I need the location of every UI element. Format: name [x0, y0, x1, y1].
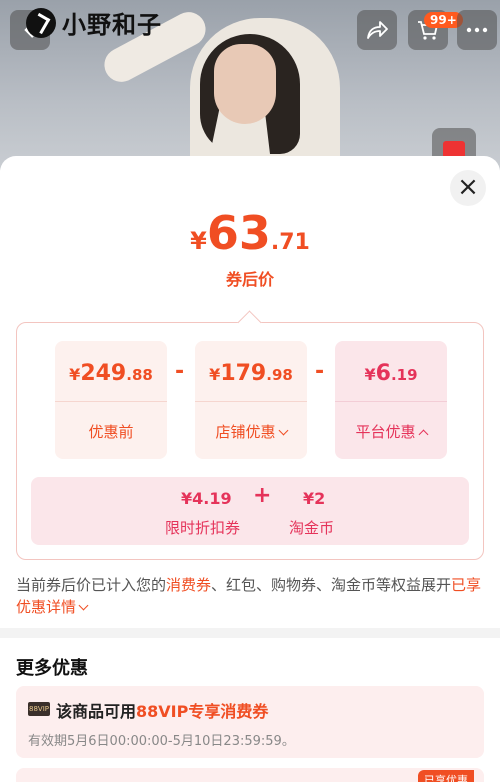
vip-offer-title-highlight: 88VIP专享消费券 [136, 702, 269, 721]
taojinbi-value: ¥2 [303, 489, 326, 508]
minus-sign: - [315, 359, 325, 384]
brand-name: 小野和子 [62, 11, 162, 39]
platform-discount-decimal: .19 [390, 366, 418, 384]
platform-discount-currency: ¥ [364, 365, 376, 384]
original-price-integer: 249 [80, 361, 127, 386]
platform-discount-value: ¥6.19 [335, 361, 447, 386]
platform-discount-card[interactable]: ¥6.19 平台优惠 [335, 341, 447, 459]
final-price-caption: 券后价 [225, 270, 274, 289]
store-discount-label: 店铺优惠 [215, 423, 276, 441]
chevron-down-icon [78, 600, 89, 611]
store-discount-card[interactable]: ¥179.98 店铺优惠 [195, 341, 307, 459]
taojinbi-label: 淘金币 [289, 519, 335, 537]
share-button[interactable] [357, 10, 397, 50]
vip-offer-title-prefix: 该商品可用 [56, 702, 137, 721]
note-text-1: 当前券后价已计入您的 [16, 576, 167, 594]
enjoyed-badge: 已享优惠 [418, 770, 474, 782]
share-icon [367, 21, 388, 39]
final-price-decimal: .71 [270, 230, 310, 255]
store-discount-currency: ¥ [209, 365, 221, 384]
platform-discount-integer: 6 [375, 361, 391, 386]
store-discount-integer: 179 [220, 361, 267, 386]
time-limited-coupon-value: ¥4.19 [181, 489, 232, 508]
price-note: 当前券后价已计入您的消费券、红包、购物券、淘金币等权益展开已享优惠详情 [16, 574, 486, 618]
note-text-2: 、红包、购物券、淘金币等权益展开 [211, 576, 452, 594]
hero-face [214, 44, 276, 124]
platform-discount-label: 平台优惠 [355, 423, 416, 441]
vip-offer-card[interactable]: 88VIP 该商品可用88VIP专享消费券 有效期5月6日00:00:00-5月… [16, 686, 484, 758]
platform-discount-details: ¥4.19 + ¥2 限时折扣券 淘金币 [31, 477, 469, 545]
store-discount-value: ¥179.98 [195, 361, 307, 386]
price-breakdown: ¥249.88 优惠前 - ¥179.98 店铺优惠 - ¥6.19 平台优惠 … [16, 322, 484, 560]
store-discount-toggle[interactable]: 店铺优惠 [195, 421, 307, 442]
platform-discount-toggle[interactable]: 平台优惠 [335, 421, 447, 442]
final-price: ¥63.71 [0, 206, 500, 260]
more-button[interactable] [457, 10, 497, 50]
final-price-currency: ¥ [190, 227, 207, 255]
section-divider [0, 628, 500, 638]
card-divider [55, 401, 167, 402]
original-price-value: ¥249.88 [55, 361, 167, 386]
card-divider [195, 401, 307, 402]
brand: 小野和子 [26, 5, 162, 40]
next-offer-card[interactable] [16, 768, 484, 782]
chevron-up-icon [418, 429, 428, 440]
vip-tag-icon: 88VIP [28, 702, 50, 716]
vip-offer-validity: 有效期5月6日00:00:00-5月10日23:59:59。 [28, 734, 295, 749]
card-divider [335, 401, 447, 402]
final-price-integer: 63 [206, 206, 271, 260]
more-offers-title: 更多优惠 [16, 658, 88, 679]
plus-sign: + [253, 483, 272, 508]
note-highlight: 消费券 [166, 576, 212, 594]
minus-sign: - [175, 359, 185, 384]
close-button[interactable]: × [450, 170, 486, 206]
original-price-currency: ¥ [69, 365, 81, 384]
store-discount-decimal: .98 [266, 366, 293, 384]
brand-logo-icon [26, 7, 56, 38]
close-icon: × [457, 172, 479, 202]
vip-offer-title: 该商品可用88VIP专享消费券 [56, 698, 268, 722]
original-price-decimal: .88 [126, 366, 153, 384]
original-price-card: ¥249.88 优惠前 [55, 341, 167, 459]
time-limited-coupon-label: 限时折扣券 [165, 519, 241, 537]
chevron-down-icon [278, 425, 288, 436]
original-price-label: 优惠前 [88, 423, 134, 441]
price-detail-sheet: × ¥63.71 券后价 ¥249.88 优惠前 - ¥179.98 店铺优惠 … [0, 156, 500, 782]
more-icon [466, 27, 488, 33]
